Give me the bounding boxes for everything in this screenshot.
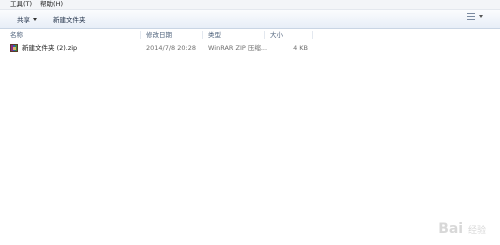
column-divider[interactable] <box>140 31 141 39</box>
column-header: 名称 修改日期 类型 大小 <box>0 30 500 40</box>
watermark-suffix: 经验 <box>467 226 486 236</box>
column-type[interactable]: 类型 <box>208 30 221 40</box>
column-size[interactable]: 大小 <box>270 30 283 40</box>
baidu-watermark: Bai 经验 <box>438 221 486 237</box>
menu-bar: 工具(T) 帮助(H) <box>0 0 500 10</box>
file-row[interactable]: 新建文件夹 (2).zip 2014/7/8 20:28 WinRAR ZIP … <box>0 43 500 53</box>
column-name[interactable]: 名称 <box>10 30 23 40</box>
column-divider[interactable] <box>264 31 265 39</box>
chevron-down-icon <box>33 17 37 21</box>
share-button[interactable]: 共享 <box>13 12 41 26</box>
winrar-zip-icon <box>10 44 18 52</box>
file-type: WinRAR ZIP 压缩... <box>208 44 268 52</box>
new-folder-label: 新建文件夹 <box>53 16 86 24</box>
chevron-down-icon[interactable] <box>479 15 483 18</box>
new-folder-button[interactable]: 新建文件夹 <box>49 12 90 26</box>
share-label: 共享 <box>17 16 30 24</box>
view-details-icon[interactable] <box>467 13 475 20</box>
file-name: 新建文件夹 (2).zip <box>22 44 78 52</box>
view-options[interactable] <box>467 13 483 20</box>
watermark-text: Bai <box>438 221 464 237</box>
file-modified: 2014/7/8 20:28 <box>146 44 196 52</box>
column-modified[interactable]: 修改日期 <box>146 30 172 40</box>
menu-tools[interactable]: 工具(T) <box>0 0 36 9</box>
column-divider[interactable] <box>312 31 313 39</box>
file-size: 4 KB <box>293 44 308 52</box>
menu-help[interactable]: 帮助(H) <box>36 0 67 9</box>
column-divider[interactable] <box>202 31 203 39</box>
toolbar: 共享 新建文件夹 <box>0 10 500 29</box>
